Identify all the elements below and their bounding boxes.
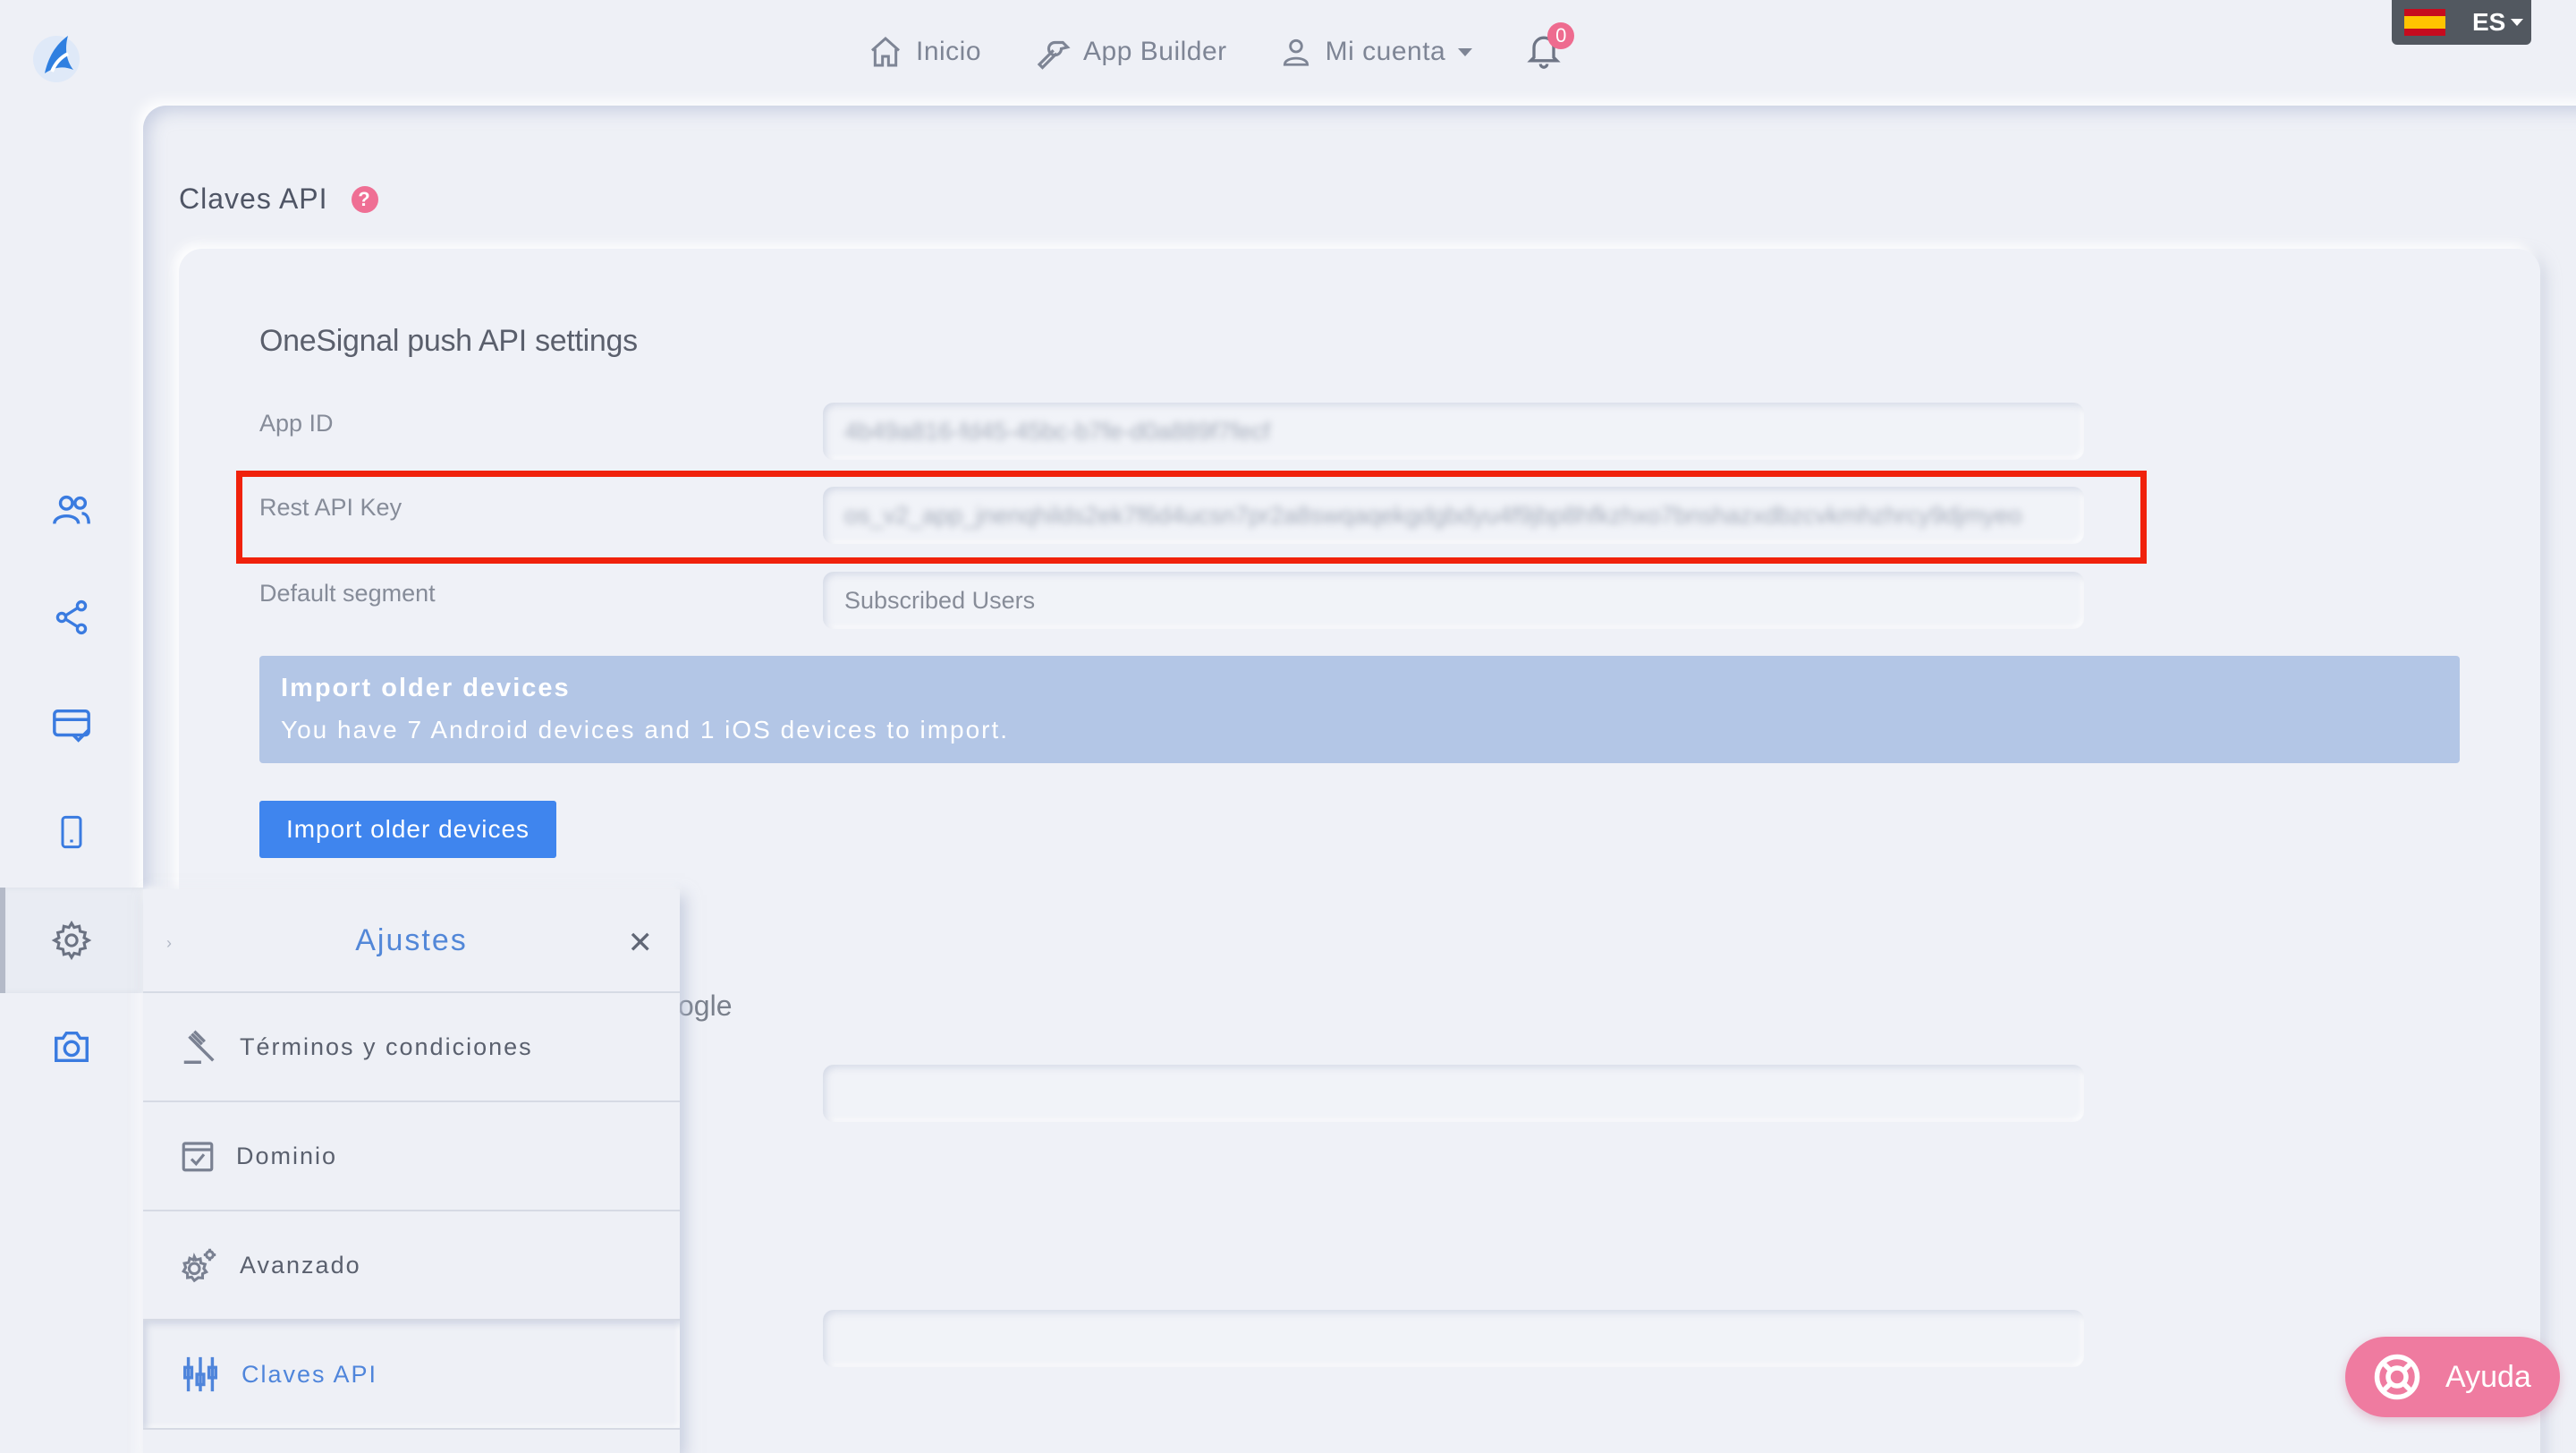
notifications-button[interactable]: 0 (1524, 22, 1575, 74)
flyout-header: › Ajustes ✕ (143, 889, 680, 993)
app-id-value: 4b49a816-fd45-45bc-b7fe-d0a889f7fecf (844, 417, 1270, 445)
flyout-title: Ajustes (355, 922, 468, 957)
import-older-devices-button[interactable]: Import older devices (259, 801, 556, 858)
wrench-icon (1037, 40, 1071, 70)
close-icon[interactable]: ✕ (628, 925, 654, 961)
import-alert: Import older devices You have 7 Android … (259, 656, 2460, 763)
chevron-down-icon (1458, 47, 1473, 56)
settings-flyout: › Ajustes ✕ Términos y condiciones Domin… (143, 889, 680, 1453)
nav-account-label: Mi cuenta (1325, 37, 1446, 66)
nav-home[interactable]: Inicio (868, 34, 981, 70)
help-button[interactable]: Ayuda (2345, 1337, 2560, 1417)
sidebar-item-mobile[interactable] (45, 805, 98, 859)
users-icon (53, 495, 90, 524)
partial-section-title: ogle (678, 990, 733, 1022)
google-field-2[interactable] (823, 1310, 2084, 1367)
help-icon[interactable]: ? (351, 185, 378, 213)
google-field-1[interactable] (823, 1065, 2084, 1122)
nav-app-builder-label: App Builder (1083, 37, 1227, 66)
share-icon (55, 599, 88, 635)
chevron-right-icon: › (166, 934, 172, 952)
nav-app-builder[interactable]: App Builder (1033, 33, 1227, 71)
sidebar-item-settings[interactable] (45, 913, 98, 967)
notification-count-badge: 0 (1547, 22, 1575, 49)
default-segment-field[interactable]: Subscribed Users (823, 572, 2084, 629)
smartphone-icon (61, 815, 82, 849)
menu-item-terms[interactable]: Términos y condiciones (143, 993, 680, 1102)
gavel-icon (183, 1030, 215, 1064)
app-id-field[interactable]: 4b49a816-fd45-45bc-b7fe-d0a889f7fecf (823, 403, 2084, 460)
chevron-down-icon (2511, 19, 2524, 26)
camera-icon (55, 1031, 89, 1063)
menu-item-advanced-label: Avanzado (240, 1251, 361, 1279)
spain-flag-icon (2404, 9, 2445, 36)
menu-item-domain[interactable]: Dominio (143, 1102, 680, 1211)
home-icon (871, 36, 900, 67)
menu-item-api-keys[interactable]: Claves API (143, 1321, 680, 1430)
menu-item-domain-label: Dominio (236, 1142, 338, 1169)
alert-text: You have 7 Android devices and 1 iOS dev… (281, 716, 1010, 743)
default-segment-label: Default segment (259, 580, 436, 607)
nav-account[interactable]: Mi cuenta (1279, 35, 1473, 69)
language-code: ES (2472, 8, 2506, 36)
user-icon (1283, 38, 1309, 66)
page-title: Claves API ? (179, 183, 378, 216)
top-navigation: Inicio App Builder Mi cuenta 0 (868, 22, 1575, 77)
gears-icon (182, 1248, 216, 1283)
language-selector[interactable]: ES (2392, 0, 2531, 45)
onesignal-section-title: OneSignal push API settings (259, 324, 638, 358)
api-keys-icon (183, 1356, 217, 1392)
sidebar-item-share[interactable] (45, 591, 98, 644)
app-id-label: App ID (259, 410, 334, 437)
sidebar-item-users[interactable] (45, 483, 98, 537)
gear-icon (51, 920, 92, 961)
page-title-text: Claves API (179, 183, 328, 215)
default-segment-value: Subscribed Users (844, 586, 1036, 614)
help-button-label: Ayuda (2445, 1359, 2531, 1394)
sidebar-item-camera[interactable] (45, 1020, 98, 1074)
menu-item-terms-label: Términos y condiciones (240, 1032, 533, 1060)
lifebuoy-icon (2374, 1354, 2420, 1400)
credit-card-check-icon (53, 709, 90, 743)
app-logo[interactable] (25, 25, 88, 88)
alert-title: Import older devices (281, 674, 571, 702)
calendar-check-icon (182, 1142, 214, 1172)
menu-item-advanced[interactable]: Avanzado (143, 1211, 680, 1321)
menu-item-api-keys-label: Claves API (242, 1360, 378, 1388)
highlight-box (236, 471, 2147, 564)
nav-home-label: Inicio (916, 37, 982, 66)
sidebar-item-billing[interactable] (45, 698, 98, 752)
